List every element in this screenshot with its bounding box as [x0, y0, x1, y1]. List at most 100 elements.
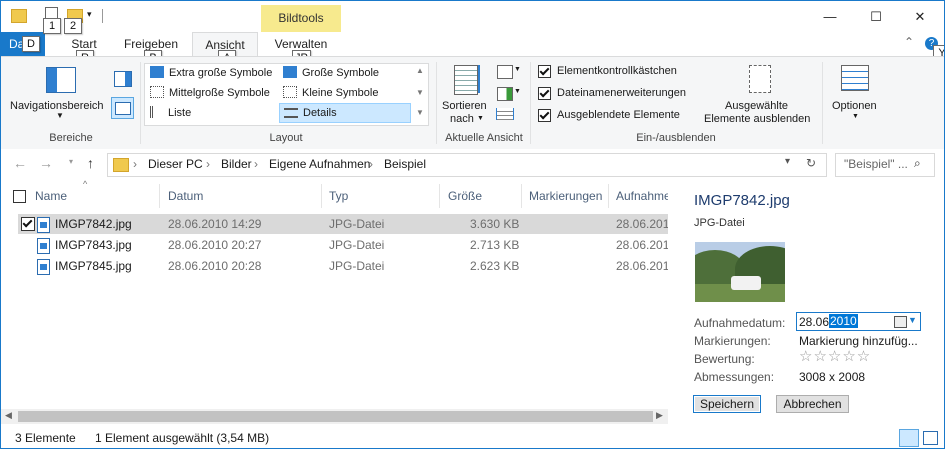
column-separator[interactable] [608, 184, 609, 208]
folder-icon [113, 158, 129, 172]
address-bar[interactable]: › Dieser PC › Bilder › Eigene Aufnahmen … [107, 153, 827, 177]
aufnahmedatum-year-selected: 2010 [829, 314, 858, 328]
qat-dropdown-icon[interactable]: ▾ [87, 9, 92, 20]
layout-details[interactable]: Details [279, 103, 411, 123]
column-markierungen[interactable]: Markierungen [529, 189, 602, 203]
file-date: 28.06.2010 14:29 [168, 217, 262, 231]
close-button[interactable]: ✕ [897, 1, 943, 32]
layout-small-icons[interactable]: Kleine Symbole [279, 84, 409, 102]
forward-icon[interactable]: → [39, 155, 53, 171]
group-label-layout: Layout [269, 132, 303, 144]
sortieren-dropdown-icon[interactable]: ▼ [477, 115, 484, 122]
dateinamenerweiterungen-checkbox[interactable] [538, 87, 551, 100]
layout-scroll-down-icon[interactable]: ▼ [416, 88, 424, 97]
calendar-icon[interactable] [894, 316, 907, 328]
file-name: IMGP7842.jpg [55, 217, 132, 231]
elementkontrollkaestchen-checkbox[interactable] [538, 65, 551, 78]
elementkontrollkaestchen-label: Elementkontrollkästchen [557, 65, 677, 77]
table-row[interactable]: IMGP7842.jpg 28.06.2010 14:29 JPG-Datei … [18, 214, 668, 234]
breadcrumb-item[interactable]: Dieser PC [148, 157, 203, 171]
vorschaufenster-icon[interactable] [114, 71, 132, 87]
optionen-dropdown-icon[interactable]: ▼ [852, 113, 859, 120]
scroll-left-icon[interactable]: ◀ [5, 410, 12, 421]
aufnahmedatum-label: Aufnahmedatum: [694, 316, 786, 330]
layout-extra-large-icons[interactable]: Extra große Symbole [146, 64, 276, 82]
search-icon[interactable]: ⌕ [914, 156, 921, 171]
add-columns-icon[interactable] [497, 87, 513, 101]
layout-more-icon[interactable]: ▼ [416, 108, 424, 117]
horizontal-scrollbar[interactable]: ◀ ▶ [1, 409, 668, 424]
column-separator[interactable] [321, 184, 322, 208]
ausgeblendete-elemente-checkbox[interactable] [538, 109, 551, 122]
sortieren-button[interactable]: Sortieren [442, 100, 487, 112]
table-row[interactable]: IMGP7843.jpg 28.06.2010 20:27 JPG-Datei … [18, 235, 668, 255]
markierungen-label: Markierungen: [694, 334, 771, 348]
status-bar: 3 Elemente 1 Element ausgewählt (3,54 MB… [1, 429, 944, 448]
file-size: 3.630 KB [470, 217, 520, 231]
select-all-box[interactable] [13, 190, 26, 203]
up-icon[interactable]: ↑ [87, 155, 94, 171]
group-by-dropdown-icon[interactable]: ▼ [514, 66, 521, 73]
group-label-aktuelle-ansicht: Aktuelle Ansicht [445, 132, 523, 144]
file-aufnahme: 28.06.2010 [616, 238, 668, 252]
address-dropdown-icon[interactable]: ▾ [785, 156, 790, 167]
search-input[interactable]: "Beispiel" ... [844, 157, 908, 171]
column-aufnahme[interactable]: Aufnahme [616, 189, 668, 203]
row-checkbox[interactable] [21, 217, 35, 231]
layout-item-label: Liste [168, 107, 192, 119]
layout-list[interactable]: Liste [146, 104, 276, 122]
scrollbar-thumb[interactable] [18, 411, 653, 422]
file-type: JPG-Datei [329, 238, 385, 252]
aufnahmedatum-field[interactable]: 28.06. 2010 ▼ [796, 312, 921, 331]
column-datum[interactable]: Datum [168, 189, 203, 203]
navigationsbereich-dropdown-icon[interactable]: ▼ [56, 111, 64, 120]
markierungen-value[interactable]: Markierung hinzufüg... [799, 334, 918, 348]
file-name: IMGP7845.jpg [55, 259, 132, 273]
date-dropdown-icon[interactable]: ▼ [908, 315, 917, 325]
recent-locations-icon[interactable]: ▾ [69, 157, 73, 166]
column-typ[interactable]: Typ [329, 189, 348, 203]
group-by-icon[interactable] [497, 65, 513, 79]
folder-icon [11, 9, 27, 23]
size-all-columns-icon[interactable] [496, 108, 514, 120]
options-icon [841, 65, 869, 91]
maximize-button[interactable]: ☐ [853, 1, 899, 32]
title-bar: ▾ Bildtools — ☐ ✕ [1, 1, 944, 32]
breadcrumb-item[interactable]: Beispiel [384, 157, 426, 171]
optionen-button[interactable]: Optionen [832, 100, 877, 112]
large-icons-view-icon[interactable] [923, 431, 938, 445]
breadcrumb-item[interactable]: Eigene Aufnahmen [269, 157, 370, 171]
save-button[interactable]: Speichern [693, 395, 761, 413]
group-label-ein-ausblenden: Ein-/ausblenden [636, 132, 716, 144]
layout-medium-icons[interactable]: Mittelgroße Symbole [146, 84, 276, 102]
collapse-ribbon-icon[interactable]: ⌃ [904, 35, 914, 49]
sort-arrow-icon [478, 65, 480, 93]
rating-stars[interactable]: ☆☆☆☆☆ [799, 347, 871, 365]
column-separator[interactable] [159, 184, 160, 208]
column-separator[interactable] [521, 184, 522, 208]
add-columns-dropdown-icon[interactable]: ▼ [514, 88, 521, 95]
hide-selected-button[interactable]: Ausgewählte [725, 100, 788, 112]
column-name[interactable]: Name [35, 189, 67, 203]
file-date: 28.06.2010 20:27 [168, 238, 262, 252]
breadcrumb-separator-icon: › [133, 157, 137, 171]
contextual-tab-header: Bildtools [261, 5, 341, 32]
cancel-button[interactable]: Abbrechen [776, 395, 849, 413]
ribbon-tabs: Datei Start Freigeben Ansicht Verwalten … [1, 32, 944, 57]
detailbereich-icon[interactable] [111, 97, 134, 119]
scroll-right-icon[interactable]: ▶ [656, 410, 663, 421]
address-row: ← → ▾ ↑ › Dieser PC › Bilder › Eigene Au… [1, 149, 944, 181]
table-row[interactable]: IMGP7845.jpg 28.06.2010 20:28 JPG-Datei … [18, 256, 668, 276]
breadcrumb-item[interactable]: Bilder [221, 157, 252, 171]
back-icon[interactable]: ← [13, 155, 27, 171]
refresh-icon[interactable]: ↻ [806, 156, 816, 170]
details-view-icon[interactable] [899, 429, 919, 447]
column-groesse[interactable]: Größe [448, 189, 482, 203]
layout-scroll-up-icon[interactable]: ▲ [416, 66, 424, 75]
column-separator[interactable] [439, 184, 440, 208]
minimize-button[interactable]: — [807, 1, 853, 32]
layout-large-icons[interactable]: Große Symbole [279, 64, 409, 82]
layout-item-label: Details [303, 107, 337, 119]
layout-item-label: Kleine Symbole [302, 87, 379, 99]
search-box[interactable]: "Beispiel" ... ⌕ [835, 153, 935, 177]
